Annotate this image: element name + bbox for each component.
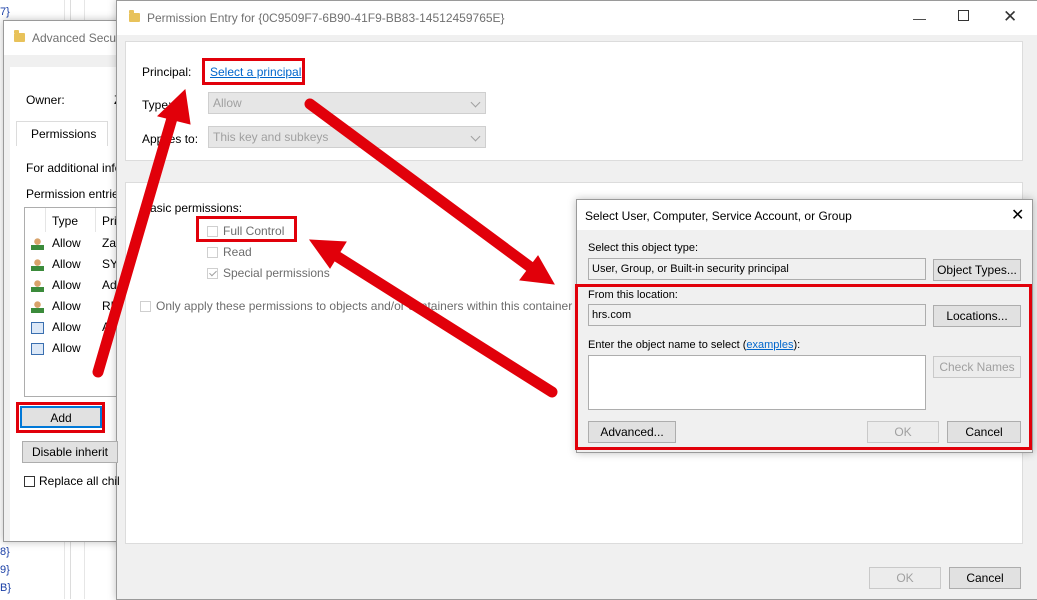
arrow-add-to-principal — [92, 102, 181, 378]
arrow-head — [157, 88, 191, 125]
arrow-principal-to-dialog — [304, 98, 543, 278]
arrow-dialog-to-fullcontrol — [324, 246, 558, 398]
annotation-arrows — [92, 88, 558, 398]
